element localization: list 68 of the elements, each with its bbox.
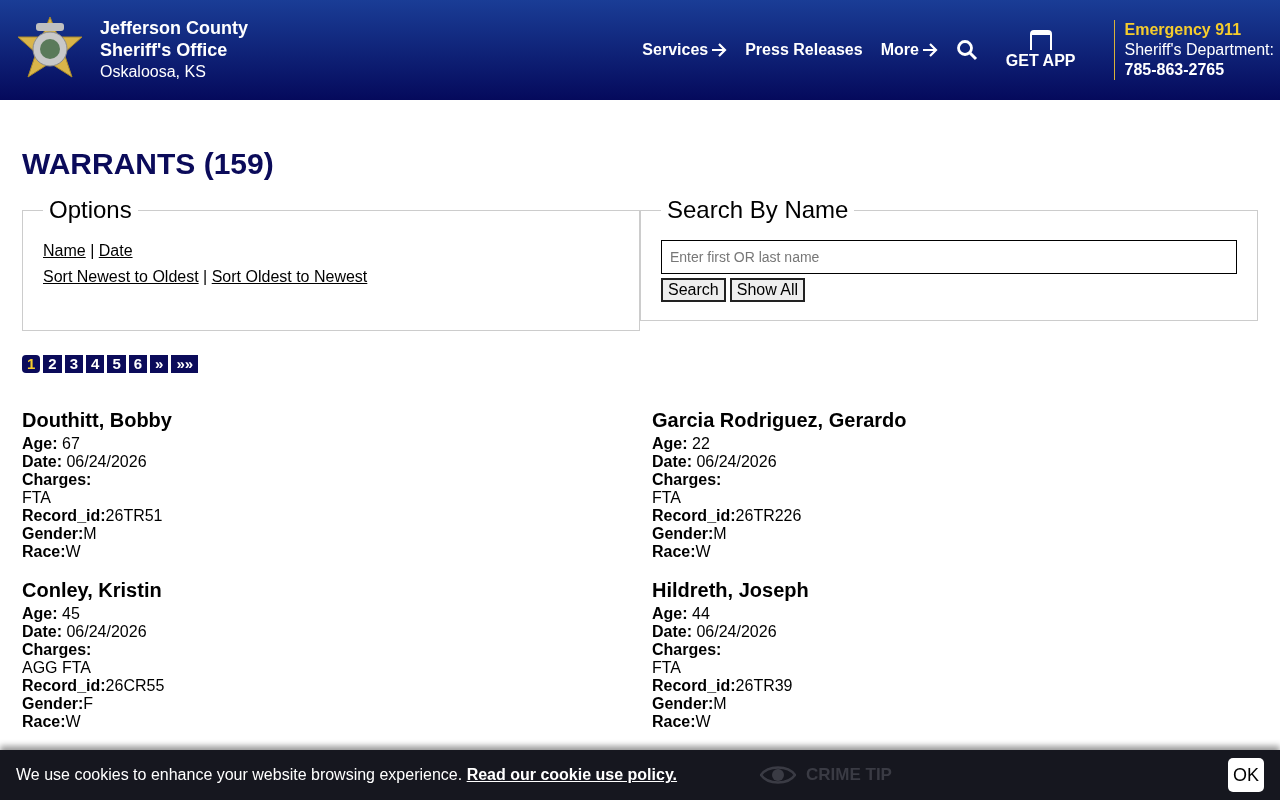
field-text: Age: 67 bbox=[22, 435, 80, 453]
field-text: Race:W bbox=[652, 713, 711, 731]
name-search-field[interactable]: Enter first OR last name bbox=[661, 240, 1237, 274]
field-value: AGG FTA bbox=[22, 659, 92, 677]
eye-icon bbox=[760, 764, 796, 786]
field-label: Charges: bbox=[22, 641, 92, 659]
page-link[interactable]: 5 bbox=[107, 355, 126, 373]
panel-legend: Options bbox=[43, 196, 138, 224]
page-link[interactable]: » bbox=[150, 355, 169, 373]
site-title: Jefferson County bbox=[100, 17, 249, 39]
field-label: Charges: bbox=[652, 641, 722, 659]
cookie-policy-link[interactable]: Read our cookie use policy. bbox=[466, 766, 678, 783]
field-text: Record_id:26TR39 bbox=[652, 677, 793, 695]
get-app-link[interactable]: GET APP bbox=[1005, 30, 1076, 70]
page-link[interactable]: 2 bbox=[43, 355, 62, 373]
department-label: Sheriff's Department: bbox=[1124, 40, 1274, 60]
nav-link[interactable]: Press Releases bbox=[745, 41, 863, 59]
field-value: FTA bbox=[652, 489, 682, 507]
field-text: Gender:M bbox=[652, 695, 727, 713]
show-all-button[interactable]: Show All bbox=[729, 278, 806, 302]
field-text: Gender:M bbox=[652, 525, 727, 543]
search-icon[interactable] bbox=[955, 39, 978, 61]
sort-link[interactable]: Date bbox=[98, 242, 133, 259]
field-text: Gender:F bbox=[22, 695, 94, 713]
page-link[interactable]: »» bbox=[171, 355, 199, 373]
separator: | bbox=[203, 268, 208, 285]
field-text: Record_id:26TR226 bbox=[652, 507, 802, 525]
phone-icon bbox=[1028, 30, 1053, 50]
field-value: FTA bbox=[652, 659, 682, 677]
phone-link[interactable]: 785-863-2765 bbox=[1124, 60, 1274, 80]
field-label: Charges: bbox=[22, 471, 92, 489]
field-text: Age: 45 bbox=[22, 605, 80, 623]
page-link[interactable]: 3 bbox=[64, 355, 84, 373]
ok-button[interactable]: OK bbox=[1228, 758, 1264, 792]
separator: | bbox=[90, 242, 95, 259]
nav-link[interactable]: Services bbox=[642, 41, 728, 59]
page-link[interactable]: 4 bbox=[86, 355, 105, 373]
warrant-name: Conley, Kristin bbox=[22, 579, 163, 601]
field-label: Charges: bbox=[652, 471, 722, 489]
page-title: WARRANTS (159) bbox=[22, 146, 275, 182]
field-text: Age: 44 bbox=[652, 605, 710, 623]
warrant-name: Hildreth, Joseph bbox=[652, 579, 810, 601]
warrant-name: Garcia Rodriguez, Gerardo bbox=[652, 409, 908, 431]
field-text: Race:W bbox=[652, 543, 711, 561]
page-link[interactable]: 6 bbox=[128, 355, 148, 373]
field-text: Race:W bbox=[22, 713, 81, 731]
field-value: FTA bbox=[22, 489, 52, 507]
nav-link[interactable]: More bbox=[880, 41, 938, 59]
cookie-notice: We use cookies to enhance your website browsing experience. Read our cookie use policy. bbox=[16, 766, 678, 784]
field-text: Date: 06/24/2026 bbox=[652, 623, 777, 641]
site-title: Sheriff's Office bbox=[100, 39, 229, 61]
field-text: Record_id:26CR55 bbox=[22, 677, 165, 695]
site-location: Oskaloosa, KS bbox=[100, 62, 207, 82]
field-text: Gender:M bbox=[22, 525, 97, 543]
warrant-name: Douthitt, Bobby bbox=[22, 409, 173, 431]
emergency-label: Emergency 911 bbox=[1124, 20, 1243, 40]
field-text: Race:W bbox=[22, 543, 81, 561]
field-text: Record_id:26TR51 bbox=[22, 507, 163, 525]
sort-link[interactable]: Sort Newest to Oldest bbox=[43, 268, 199, 285]
sort-link[interactable]: Sort Oldest to Newest bbox=[211, 268, 368, 285]
page-link[interactable]: 1 bbox=[22, 355, 41, 373]
field-text: Date: 06/24/2026 bbox=[652, 453, 777, 471]
field-text: Age: 22 bbox=[652, 435, 710, 453]
sort-link[interactable]: Name bbox=[43, 242, 86, 259]
field-text: Date: 06/24/2026 bbox=[22, 623, 147, 641]
field-text: Date: 06/24/2026 bbox=[22, 453, 147, 471]
search-button[interactable]: Search bbox=[661, 278, 726, 302]
panel-legend: Search By Name bbox=[661, 196, 855, 224]
